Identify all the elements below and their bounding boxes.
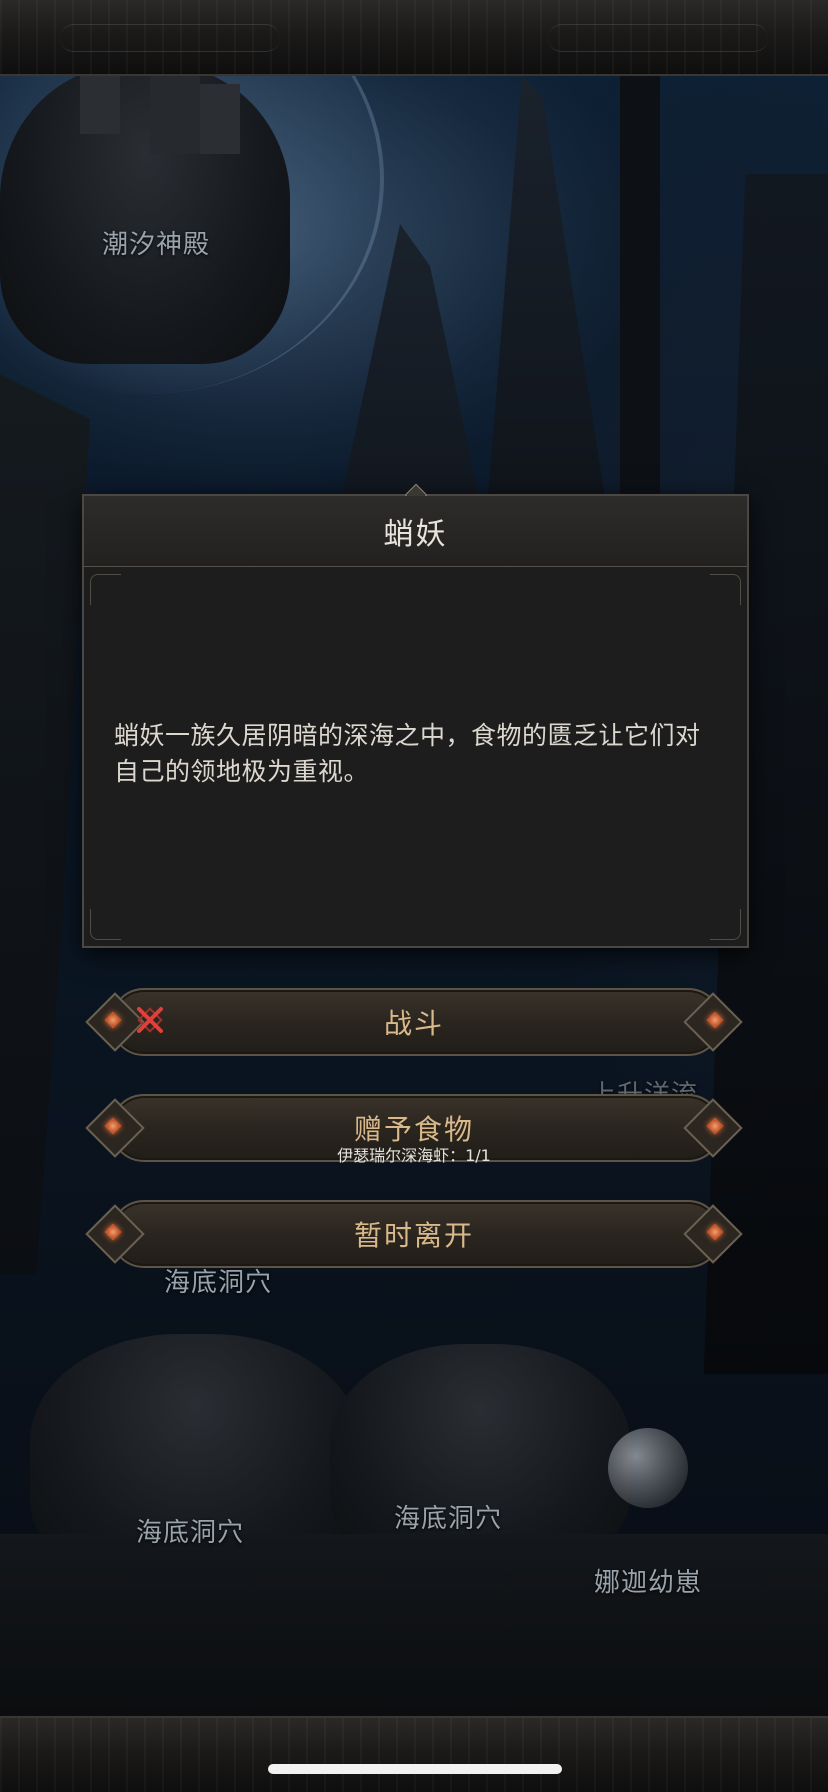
temple-pillar	[200, 84, 240, 154]
corner-ornament	[710, 909, 741, 940]
corner-ornament	[90, 574, 121, 605]
temple-pillar	[150, 74, 200, 154]
give-food-button[interactable]: 赠予食物 伊瑟瑞尔深海虾：1/1	[85, 1090, 743, 1165]
frame-ornament	[60, 24, 280, 52]
sea-floor	[0, 1534, 828, 1716]
dialog-header: 蛸妖	[84, 496, 747, 567]
left-cliff	[0, 374, 90, 1274]
dialog-description: 蛸妖一族久居阴暗的深海之中，食物的匮乏让它们对自己的领地极为重视。	[114, 721, 701, 786]
dialog-title: 蛸妖	[383, 517, 448, 552]
fight-button[interactable]: 战斗	[85, 984, 743, 1056]
corner-ornament	[710, 574, 741, 605]
event-dialog: 蛸妖 蛸妖一族久居阴暗的深海之中，食物的匮乏让它们对自己的领地极为重视。	[82, 483, 749, 948]
label-seafloor-cave[interactable]: 海底洞穴	[394, 1498, 502, 1535]
frame-ornament	[548, 24, 768, 52]
bottom-frame	[0, 1716, 828, 1792]
label-seafloor-cave[interactable]: 海底洞穴	[136, 1512, 244, 1549]
top-frame	[0, 0, 828, 76]
corner-ornament	[90, 909, 121, 940]
home-indicator[interactable]	[268, 1764, 562, 1774]
temple-pillar	[80, 74, 120, 134]
label-naga-nest[interactable]: 娜迦幼崽	[594, 1562, 702, 1599]
temple-island[interactable]	[0, 74, 290, 364]
naga-orb-icon[interactable]	[608, 1428, 688, 1508]
food-requirement: 伊瑟瑞尔深海虾：1/1	[337, 1146, 491, 1165]
fight-label: 战斗	[383, 1007, 444, 1040]
label-tidal-temple[interactable]: 潮汐神殿	[102, 224, 210, 261]
rock-pillar	[620, 74, 660, 494]
leave-button[interactable]: 暂时离开	[85, 1196, 743, 1268]
leave-label: 暂时离开	[353, 1219, 474, 1252]
